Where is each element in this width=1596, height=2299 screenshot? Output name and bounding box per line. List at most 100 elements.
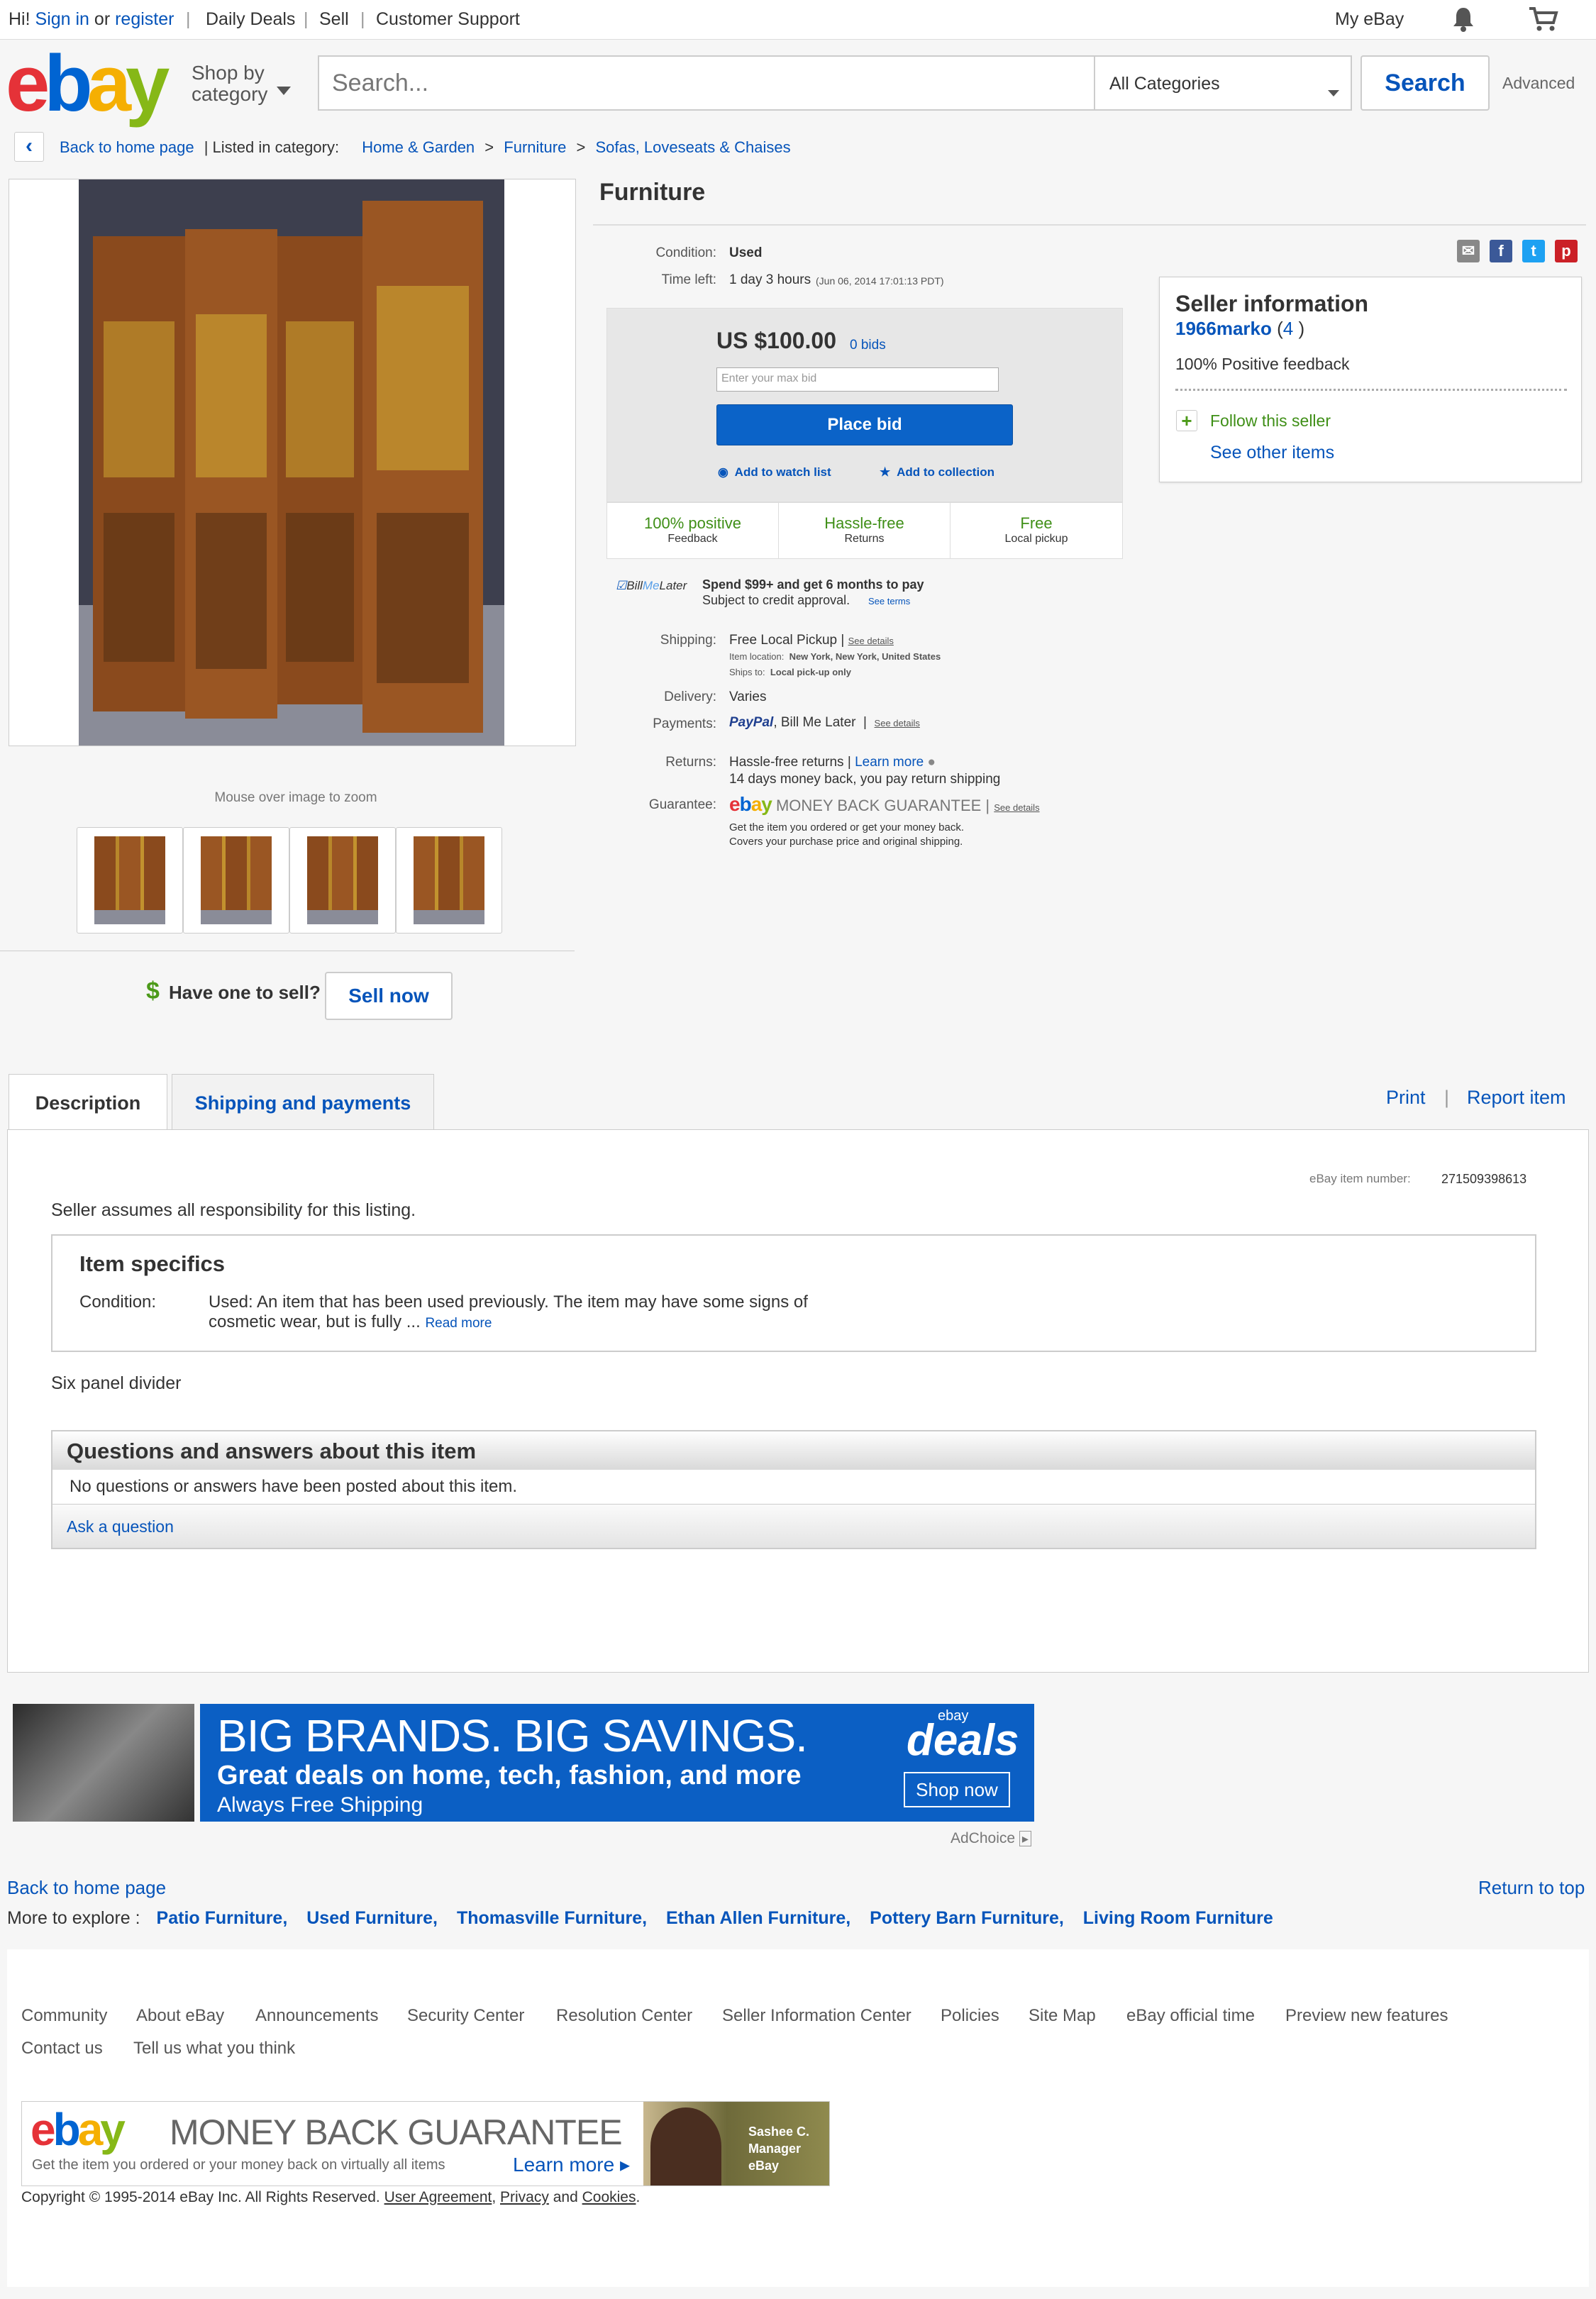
twitter-icon[interactable]: t xyxy=(1522,240,1545,262)
tab-description[interactable]: Description xyxy=(9,1074,167,1131)
add-to-collection-link[interactable]: ★ Add to collection xyxy=(880,465,994,480)
advanced-search-link[interactable]: Advanced xyxy=(1502,74,1575,93)
delivery-value: Varies xyxy=(729,689,767,704)
footer-link-official-time[interactable]: eBay official time xyxy=(1126,2006,1255,2026)
person-image xyxy=(650,2107,721,2186)
badge-subtitle: Feedback xyxy=(667,533,718,545)
logo-letter: y xyxy=(126,39,170,128)
search-button[interactable]: Search xyxy=(1361,55,1490,111)
footer-link-resolution[interactable]: Resolution Center xyxy=(556,2006,692,2026)
footer-link-preview[interactable]: Preview new features xyxy=(1285,2006,1448,2026)
footer-link-security[interactable]: Security Center xyxy=(407,2006,524,2026)
specifics-condition-value: Used: An item that has been used previou… xyxy=(209,1292,833,1334)
divider: | xyxy=(1444,1087,1450,1108)
breadcrumb-sofas[interactable]: Sofas, Loveseats & Chaises xyxy=(595,138,790,156)
footer-link-policies[interactable]: Policies xyxy=(941,2006,999,2026)
cookies-link[interactable]: Cookies xyxy=(582,2189,636,2205)
sign-in-link[interactable]: Sign in xyxy=(35,9,89,29)
sell-now-button[interactable]: Sell now xyxy=(325,972,453,1020)
arrow-right-icon: ▸ xyxy=(619,2154,631,2176)
footer-link-about[interactable]: About eBay xyxy=(136,2006,224,2026)
explore-label: More to explore : xyxy=(7,1908,140,1928)
ask-question-link[interactable]: Ask a question xyxy=(52,1504,1535,1548)
explore-link[interactable]: Living Room Furniture xyxy=(1083,1908,1273,1928)
max-bid-input[interactable]: Enter your max bid xyxy=(716,367,999,392)
footer-link-feedback[interactable]: Tell us what you think xyxy=(133,2039,295,2059)
daily-deals-link[interactable]: Daily Deals xyxy=(206,9,295,30)
money-back-guarantee-banner[interactable]: ebay MONEY BACK GUARANTEE Get the item y… xyxy=(21,2101,830,2186)
ad-banner[interactable]: BIG BRANDS. BIG SAVINGS. Great deals on … xyxy=(200,1704,1034,1822)
explore-link[interactable]: Patio Furniture, xyxy=(157,1908,288,1928)
privacy-link[interactable]: Privacy xyxy=(500,2189,549,2205)
footer-link-site-map[interactable]: Site Map xyxy=(1029,2006,1096,2026)
seller-score[interactable]: 4 xyxy=(1283,318,1293,339)
greeting-text: Hi! xyxy=(9,9,31,29)
thumbnail-2[interactable] xyxy=(183,827,289,934)
mbg-learn-text: Learn more xyxy=(513,2154,615,2176)
ad-image[interactable] xyxy=(13,1704,194,1822)
explore-link[interactable]: Used Furniture, xyxy=(306,1908,438,1928)
see-other-items-link[interactable]: See other items xyxy=(1210,443,1334,463)
qa-title: Questions and answers about this item xyxy=(52,1431,1535,1470)
item-location-label: Item location: xyxy=(729,651,785,662)
return-to-top-link[interactable]: Return to top xyxy=(1478,1877,1585,1899)
payments-details-link[interactable]: See details xyxy=(875,718,920,729)
footer-link-contact[interactable]: Contact us xyxy=(21,2039,103,2059)
back-arrow-icon[interactable]: ‹ xyxy=(14,132,44,162)
shipping-details-link[interactable]: See details xyxy=(848,636,894,646)
user-agreement-link[interactable]: User Agreement xyxy=(384,2189,492,2205)
register-link[interactable]: register xyxy=(115,9,174,29)
my-ebay-link[interactable]: My eBay xyxy=(1335,9,1404,30)
thumbnail-3[interactable] xyxy=(289,827,396,934)
report-item-link[interactable]: Report item xyxy=(1467,1087,1566,1109)
divider: | xyxy=(360,9,365,29)
bml-terms-link[interactable]: See terms xyxy=(868,596,910,606)
time-left-label: Time left: xyxy=(661,272,716,287)
bml-offer: Spend $99+ and get 6 months to pay xyxy=(702,577,924,592)
pinterest-icon[interactable]: p xyxy=(1555,240,1578,262)
returns-text: Hassle-free returns xyxy=(729,755,844,770)
print-link[interactable]: Print xyxy=(1386,1087,1426,1109)
explore-link[interactable]: Thomasville Furniture, xyxy=(457,1908,647,1928)
email-icon[interactable]: ✉ xyxy=(1457,240,1480,262)
bell-icon[interactable] xyxy=(1451,6,1475,38)
logo-letter: e xyxy=(6,39,50,128)
guarantee-details-link[interactable]: See details xyxy=(994,802,1039,813)
shop-by-category-button[interactable]: Shop by category xyxy=(192,62,291,105)
seller-name-link[interactable]: 1966marko (4 ) xyxy=(1175,318,1304,340)
footer-link-announcements[interactable]: Announcements xyxy=(255,2006,378,2026)
category-select[interactable]: All Categories xyxy=(1094,55,1352,111)
thumbnail-1[interactable] xyxy=(77,827,183,934)
thumbnail-4[interactable] xyxy=(396,827,502,934)
read-more-link[interactable]: Read more xyxy=(425,1316,492,1331)
adchoice-link[interactable]: AdChoice ▸ xyxy=(951,1830,1031,1847)
footer-link-community[interactable]: Community xyxy=(21,2006,107,2026)
bids-link[interactable]: 0 bids xyxy=(850,338,886,353)
breadcrumb-furniture[interactable]: Furniture xyxy=(504,138,566,156)
back-to-home-link-bottom[interactable]: Back to home page xyxy=(7,1877,166,1899)
help-icon[interactable]: ● xyxy=(928,755,936,770)
person-name: Sashee C. xyxy=(748,2125,810,2139)
mbg-learn-more[interactable]: Learn more ▸ xyxy=(513,2153,630,2176)
returns-learn-more-link[interactable]: Learn more xyxy=(855,755,924,770)
main-product-image[interactable] xyxy=(79,179,504,746)
breadcrumb-home-garden[interactable]: Home & Garden xyxy=(362,138,475,156)
plus-icon[interactable]: + xyxy=(1176,410,1197,431)
follow-seller-link[interactable]: Follow this seller xyxy=(1210,411,1331,431)
sell-link[interactable]: Sell xyxy=(319,9,349,30)
place-bid-button[interactable]: Place bid xyxy=(716,404,1013,445)
explore-link[interactable]: Pottery Barn Furniture, xyxy=(870,1908,1064,1928)
search-input[interactable]: Search... xyxy=(318,55,1098,111)
customer-support-link[interactable]: Customer Support xyxy=(376,9,520,30)
add-to-watch-list-link[interactable]: ◉ Add to watch list xyxy=(718,465,831,480)
cart-icon[interactable] xyxy=(1528,6,1559,38)
back-to-home-link[interactable]: Back to home page xyxy=(60,138,194,156)
facebook-icon[interactable]: f xyxy=(1490,240,1512,262)
ebay-logo[interactable]: ebay xyxy=(6,44,170,123)
footer-link-seller-center[interactable]: Seller Information Center xyxy=(722,2006,911,2026)
mbg-subtitle: Get the item you ordered or your money b… xyxy=(32,2157,445,2173)
tab-shipping-payments[interactable]: Shipping and payments xyxy=(172,1074,434,1131)
explore-link[interactable]: Ethan Allen Furniture, xyxy=(666,1908,850,1928)
money-back-guarantee-logo: ebay MONEY BACK GUARANTEE | See details xyxy=(729,793,1040,815)
shop-now-button[interactable]: Shop now xyxy=(904,1772,1010,1807)
